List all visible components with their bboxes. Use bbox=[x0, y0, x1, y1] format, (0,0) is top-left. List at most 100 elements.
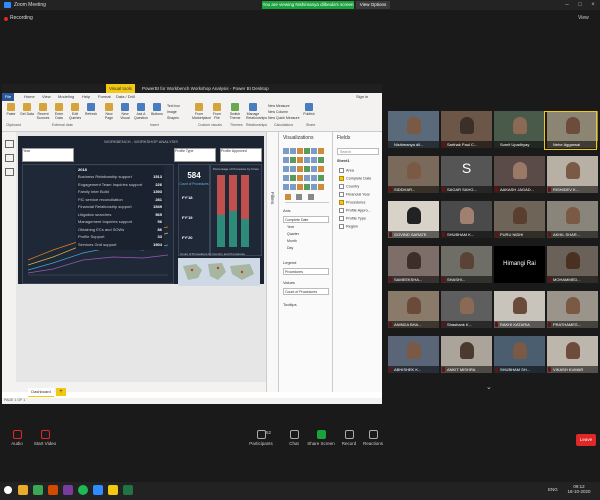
enter-data-button[interactable]: Enter Data bbox=[52, 103, 66, 120]
view-options-button[interactable]: View Options bbox=[356, 1, 390, 9]
stacked-bar-chart[interactable]: Percentage of Procedure by Financial Yea… bbox=[210, 164, 262, 256]
participant-tile[interactable]: Sarthak Paul C... bbox=[441, 111, 492, 148]
view-button[interactable]: View bbox=[578, 15, 589, 21]
participant-tile[interactable]: AAKASH JAGAD... bbox=[494, 156, 545, 193]
participant-tile[interactable]: AKHIL SHAR... bbox=[547, 201, 598, 238]
participant-tile[interactable]: SHUBHAM K... bbox=[441, 201, 492, 238]
leave-button[interactable]: Leave bbox=[576, 434, 596, 446]
onenote-icon[interactable] bbox=[63, 485, 73, 495]
new-page-button[interactable]: New Page bbox=[102, 103, 116, 120]
publish-button[interactable]: Publish bbox=[302, 103, 316, 116]
audio-button[interactable]: Audio bbox=[2, 430, 32, 446]
image-button[interactable]: Image bbox=[167, 110, 177, 114]
edit-queries-button[interactable]: Edit Queries bbox=[68, 103, 82, 120]
manage-relationships-button[interactable]: Manage Relationships bbox=[246, 103, 267, 120]
participant-tile[interactable]: ANKIT MISHRA bbox=[441, 336, 492, 373]
participant-tile[interactable]: SHUBHAM SH... bbox=[494, 336, 545, 373]
analytics-icon[interactable] bbox=[307, 194, 314, 200]
sign-in-link[interactable]: Sign in bbox=[356, 94, 368, 99]
participant-tile[interactable]: Sumit Upadhyay bbox=[494, 111, 545, 148]
participant-tile[interactable]: VIKASH KUMAR bbox=[547, 336, 598, 373]
axis-month[interactable]: Month bbox=[287, 238, 299, 245]
participant-tile[interactable]: PRATHAMES... bbox=[547, 291, 598, 328]
menu-file[interactable]: File bbox=[2, 93, 14, 101]
field-region[interactable]: Region bbox=[339, 224, 358, 229]
menu-home[interactable]: Home bbox=[24, 94, 35, 99]
fields-search-input[interactable]: Search bbox=[337, 148, 379, 155]
new-visual-button[interactable]: New Visual bbox=[118, 103, 132, 120]
excel-icon[interactable] bbox=[123, 485, 133, 495]
recent-sources-button[interactable]: Recent Sources bbox=[36, 103, 50, 120]
fields-well-icon[interactable] bbox=[285, 194, 291, 200]
text-box-button[interactable]: Text box bbox=[167, 104, 180, 108]
slicer-profile-type[interactable]: Profile Type bbox=[174, 148, 216, 162]
axis-day[interactable]: Day bbox=[287, 245, 299, 252]
axis-quarter[interactable]: Quarter bbox=[287, 231, 299, 238]
get-data-button[interactable]: Get Data bbox=[20, 103, 34, 116]
system-clock[interactable]: 09:12 18-10-2020 bbox=[562, 484, 596, 494]
share-screen-button[interactable]: Share Screen bbox=[306, 430, 336, 446]
office-icon[interactable] bbox=[48, 485, 58, 495]
participant-tile[interactable]: ANINDA BHA... bbox=[388, 291, 439, 328]
participants-button[interactable]: Participants bbox=[246, 430, 276, 446]
new-quick-measure-button[interactable]: New Quick Measure bbox=[268, 116, 300, 120]
close-icon[interactable]: × bbox=[588, 1, 598, 9]
paste-button[interactable]: Paste bbox=[4, 103, 18, 116]
model-view-icon[interactable] bbox=[5, 168, 14, 176]
spotify-icon[interactable] bbox=[78, 485, 88, 495]
field-profile-type[interactable]: Profile Type bbox=[339, 216, 366, 221]
data-view-icon[interactable] bbox=[5, 154, 14, 162]
axis-field[interactable]: Complete Date bbox=[283, 216, 329, 223]
field-financial-year[interactable]: Financial Year bbox=[339, 192, 370, 197]
reactions-button[interactable]: Reactions bbox=[358, 430, 388, 446]
language-indicator[interactable]: ENG bbox=[548, 487, 558, 492]
new-measure-button[interactable]: New Measure bbox=[268, 104, 290, 108]
map-visual[interactable]: Count of Procedures by Country and Proce… bbox=[178, 252, 260, 286]
field-area[interactable]: Area bbox=[339, 168, 354, 173]
buttons-button[interactable]: Buttons bbox=[150, 103, 164, 116]
participant-tile[interactable]: RAKHI KATARIA bbox=[494, 291, 545, 328]
count-card[interactable]: 584 Count of Procedures FY'18 FY'19 FY'2… bbox=[178, 164, 210, 256]
table-sheet1[interactable]: Sheet1 bbox=[337, 159, 349, 163]
maximize-icon[interactable]: □ bbox=[575, 1, 585, 9]
participant-tile[interactable]: SHASHI... bbox=[441, 246, 492, 283]
ask-question-button[interactable]: Ask A Question bbox=[134, 103, 148, 120]
field-complete-date[interactable]: Complete Date bbox=[339, 176, 371, 181]
participant-tile[interactable]: GOVIND SARATE bbox=[388, 201, 439, 238]
switch-theme-button[interactable]: Switch Theme bbox=[228, 103, 242, 120]
menu-data-drill[interactable]: Data / Drill bbox=[116, 94, 135, 99]
shapes-button[interactable]: Shapes bbox=[167, 116, 179, 120]
participant-tile[interactable]: SIDDHAR... bbox=[388, 156, 439, 193]
chevron-down-icon[interactable]: ⌄ bbox=[486, 383, 492, 391]
participant-tile-no-video[interactable]: Himangi Rai bbox=[494, 246, 545, 283]
field-country[interactable]: Country bbox=[339, 184, 359, 189]
menu-modeling[interactable]: Modeling bbox=[58, 94, 74, 99]
format-paint-icon[interactable] bbox=[296, 194, 303, 200]
participant-tile[interactable]: SAMEEKSHA... bbox=[388, 246, 439, 283]
from-file-button[interactable]: From File bbox=[210, 103, 224, 120]
values-field[interactable]: Count of Procedures bbox=[283, 288, 329, 295]
visual-gallery[interactable] bbox=[283, 148, 329, 193]
participant-tile[interactable]: RISHIDEV K... bbox=[547, 156, 598, 193]
new-column-button[interactable]: New Column bbox=[268, 110, 288, 114]
slicer-profile-approved[interactable]: Profile Approved bbox=[220, 148, 262, 162]
power-bi-icon[interactable] bbox=[108, 485, 118, 495]
file-explorer-icon[interactable] bbox=[18, 485, 28, 495]
participant-tile[interactable]: S SAGAR SAHG... bbox=[441, 156, 492, 193]
visual-tools-tab[interactable]: Visual tools bbox=[106, 84, 135, 93]
slicer-year[interactable]: Year bbox=[22, 148, 74, 162]
legend-field[interactable]: Procedures bbox=[283, 268, 329, 275]
from-marketplace-button[interactable]: From Marketplace bbox=[192, 103, 211, 120]
start-icon[interactable] bbox=[4, 486, 12, 494]
page-tab-dashboard[interactable]: Dashboard bbox=[28, 388, 54, 397]
start-video-button[interactable]: Start Video bbox=[30, 430, 60, 446]
chat-button[interactable]: Chat bbox=[279, 430, 309, 446]
add-page-button[interactable]: + bbox=[56, 388, 66, 396]
participant-tile[interactable]: MOHAMMED... bbox=[547, 246, 598, 283]
participant-tile[interactable]: PURU NIDHI bbox=[494, 201, 545, 238]
field-procedures[interactable]: Procedures bbox=[339, 200, 365, 205]
axis-year[interactable]: Year bbox=[287, 224, 299, 231]
zoom-taskbar-icon[interactable] bbox=[93, 485, 103, 495]
chrome-icon[interactable] bbox=[33, 485, 43, 495]
menu-help[interactable]: Help bbox=[82, 94, 90, 99]
